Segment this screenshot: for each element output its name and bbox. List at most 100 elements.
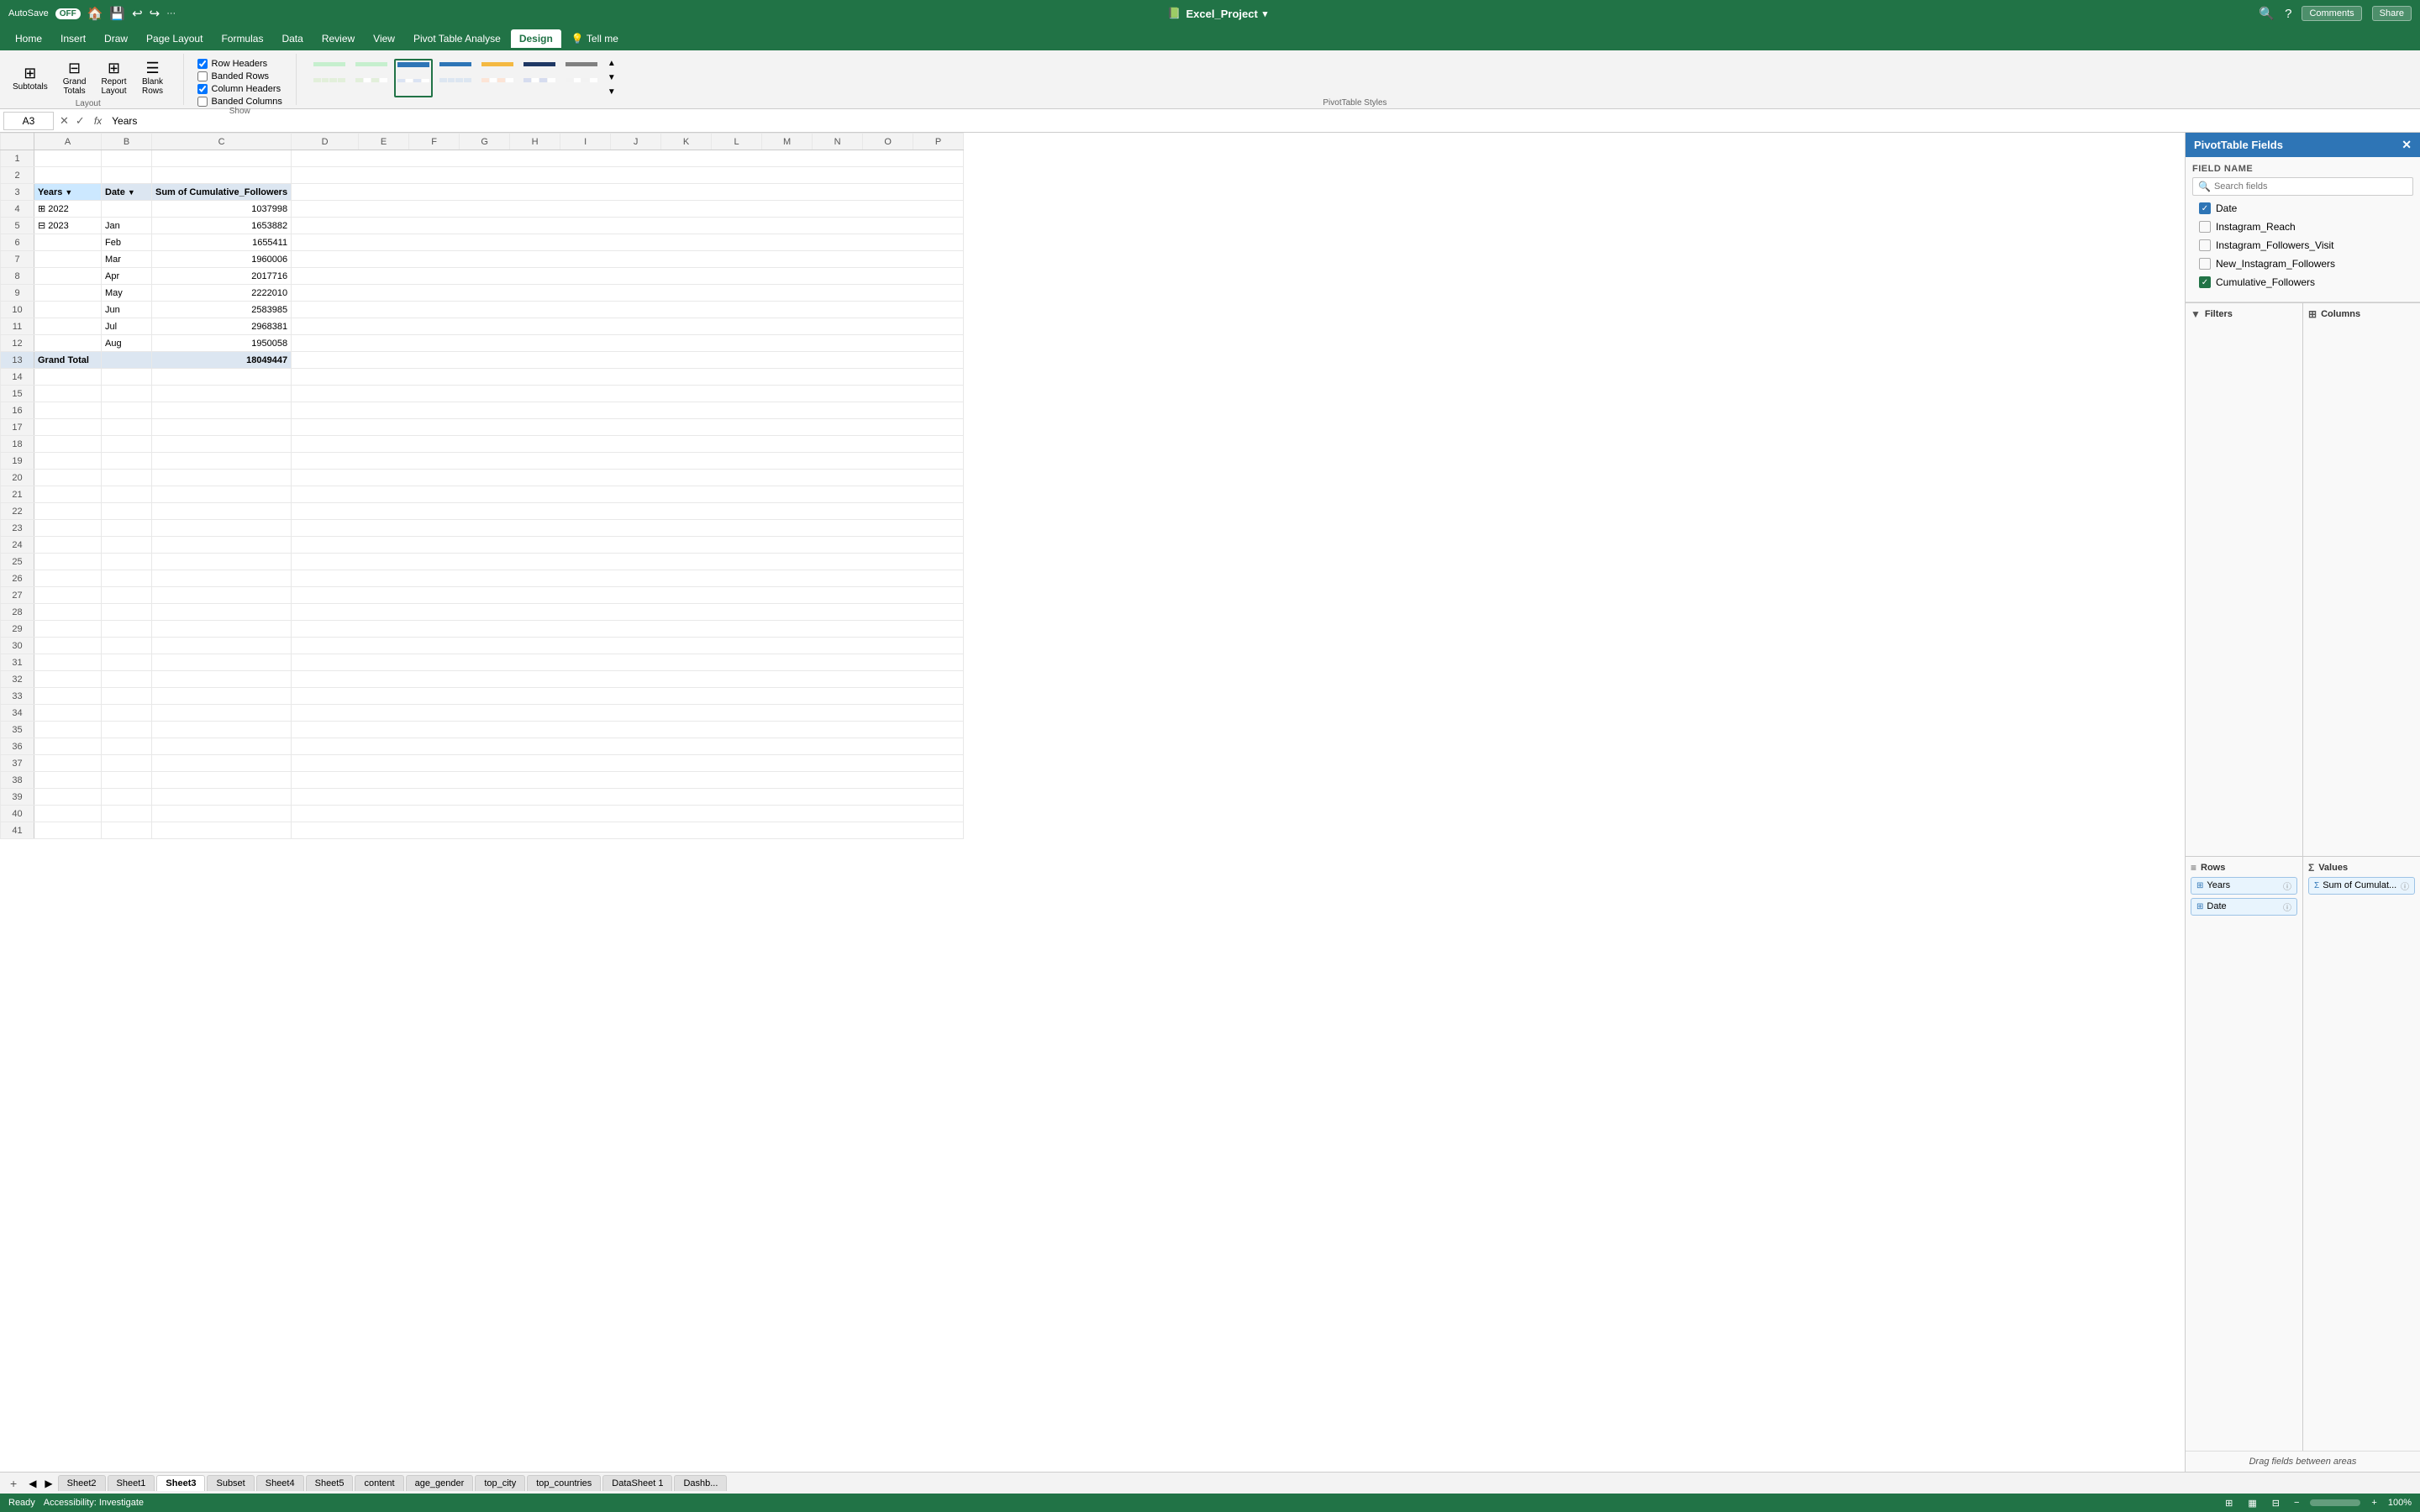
- cell-c13[interactable]: 18049447: [152, 352, 292, 369]
- accessibility-label[interactable]: Accessibility: Investigate: [44, 1498, 144, 1508]
- normal-view-button[interactable]: ⊞: [2222, 1498, 2236, 1509]
- cell-c2[interactable]: [152, 167, 292, 184]
- cell-a2[interactable]: [34, 167, 102, 184]
- field-item-cumulative-followers[interactable]: ✓ Cumulative_Followers: [2192, 273, 2413, 291]
- page-break-view-button[interactable]: ⊟: [2269, 1498, 2283, 1509]
- years-chip-info[interactable]: ⓘ: [2283, 879, 2291, 892]
- style-blue-selected[interactable]: [394, 59, 433, 97]
- sheet-tab-sheet3[interactable]: Sheet3: [156, 1475, 205, 1491]
- tab-insert[interactable]: Insert: [52, 29, 94, 48]
- cell-a6[interactable]: [34, 234, 102, 251]
- cell-b14[interactable]: [102, 369, 152, 386]
- field-item-instagram-followers-visit[interactable]: Instagram_Followers_Visit: [2192, 236, 2413, 255]
- field-checkbox-instagram-reach[interactable]: [2199, 221, 2211, 233]
- confirm-formula-icon[interactable]: ✓: [73, 114, 87, 128]
- cell-b7[interactable]: Mar: [102, 251, 152, 268]
- field-search-input[interactable]: [2214, 181, 2407, 192]
- col-header-e[interactable]: E: [359, 134, 409, 150]
- banded-columns-checkbox[interactable]: Banded Columns: [197, 97, 282, 107]
- col-header-o[interactable]: O: [863, 134, 913, 150]
- style-grey[interactable]: [562, 59, 601, 97]
- sheet-tab-sheet4[interactable]: Sheet4: [256, 1475, 304, 1491]
- cell-rest-6[interactable]: [292, 234, 964, 251]
- tab-page-layout[interactable]: Page Layout: [138, 29, 211, 48]
- cell-rest-13[interactable]: [292, 352, 964, 369]
- search-icon[interactable]: 🔍: [2259, 6, 2275, 21]
- sheet-tab-sheet5[interactable]: Sheet5: [306, 1475, 354, 1491]
- formula-input[interactable]: [108, 113, 2417, 129]
- cell-a7[interactable]: [34, 251, 102, 268]
- cell-b2[interactable]: [102, 167, 152, 184]
- save-icon[interactable]: 💾: [109, 6, 125, 21]
- sheet-tab-subset[interactable]: Subset: [207, 1475, 254, 1491]
- cell-c14[interactable]: [152, 369, 292, 386]
- col-header-j[interactable]: J: [611, 134, 661, 150]
- cell-b12[interactable]: Aug: [102, 335, 152, 352]
- sheet-tab-top-countries[interactable]: top_countries: [527, 1475, 601, 1491]
- col-header-k[interactable]: K: [661, 134, 712, 150]
- cell-a3[interactable]: Years ▼: [34, 184, 102, 201]
- cell-a10[interactable]: [34, 302, 102, 318]
- cell-c11[interactable]: 2968381: [152, 318, 292, 335]
- cell-b8[interactable]: Apr: [102, 268, 152, 285]
- field-item-instagram-reach[interactable]: Instagram_Reach: [2192, 218, 2413, 236]
- cell-c9[interactable]: 2222010: [152, 285, 292, 302]
- more-icon[interactable]: ···: [166, 8, 176, 18]
- gallery-down[interactable]: ▼: [604, 71, 619, 84]
- col-header-d[interactable]: D: [292, 134, 359, 150]
- cell-c8[interactable]: 2017716: [152, 268, 292, 285]
- field-item-new-instagram-followers[interactable]: New_Instagram_Followers: [2192, 255, 2413, 273]
- col-header-p[interactable]: P: [913, 134, 964, 150]
- cell-a9[interactable]: [34, 285, 102, 302]
- cell-rest-14[interactable]: [292, 369, 964, 386]
- cell-rest-8[interactable]: [292, 268, 964, 285]
- col-header-a[interactable]: A: [34, 134, 102, 150]
- field-item-date[interactable]: ✓ Date: [2192, 199, 2413, 218]
- sheet-tab-top-city[interactable]: top_city: [475, 1475, 525, 1491]
- tab-data[interactable]: Data: [273, 29, 311, 48]
- cell-c10[interactable]: 2583985: [152, 302, 292, 318]
- cell-b6[interactable]: Feb: [102, 234, 152, 251]
- style-blue-2[interactable]: [436, 59, 475, 97]
- values-chip-cumulative[interactable]: ΣSum of Cumulat... ⓘ: [2308, 877, 2415, 895]
- gallery-more[interactable]: ▼: [604, 86, 619, 98]
- sheet-tab-datasheet1[interactable]: DataSheet 1: [602, 1475, 672, 1491]
- filename-chevron[interactable]: ▾: [1263, 8, 1268, 19]
- col-header-n[interactable]: N: [813, 134, 863, 150]
- sheet-tab-sheet2[interactable]: Sheet2: [58, 1475, 106, 1491]
- rows-chip-years[interactable]: ⊞Years ⓘ: [2191, 877, 2297, 895]
- tab-home[interactable]: Home: [7, 29, 50, 48]
- col-header-g[interactable]: G: [460, 134, 510, 150]
- row-headers-check[interactable]: [197, 59, 208, 69]
- banded-rows-checkbox[interactable]: Banded Rows: [197, 71, 282, 81]
- cancel-formula-icon[interactable]: ✕: [57, 114, 71, 128]
- help-icon[interactable]: ?: [2285, 7, 2291, 21]
- page-layout-view-button[interactable]: ▦: [2244, 1498, 2260, 1509]
- cell-b9[interactable]: May: [102, 285, 152, 302]
- cell-rest-11[interactable]: [292, 318, 964, 335]
- cell-b4[interactable]: [102, 201, 152, 218]
- share-button[interactable]: Share: [2372, 6, 2412, 21]
- col-header-l[interactable]: L: [712, 134, 762, 150]
- tab-view[interactable]: View: [365, 29, 403, 48]
- col-header-b[interactable]: B: [102, 134, 152, 150]
- col-header-h[interactable]: H: [510, 134, 560, 150]
- pivot-panel-close-button[interactable]: ✕: [2402, 138, 2412, 152]
- row-headers-checkbox[interactable]: Row Headers: [197, 59, 282, 69]
- sheet-nav-left[interactable]: ◀: [25, 1478, 39, 1489]
- cumulative-chip-info[interactable]: ⓘ: [2401, 879, 2409, 892]
- field-checkbox-instagram-followers-visit[interactable]: [2199, 239, 2211, 251]
- cell-rest-12[interactable]: [292, 335, 964, 352]
- sheet-tab-sheet1[interactable]: Sheet1: [108, 1475, 155, 1491]
- cell-rest-7[interactable]: [292, 251, 964, 268]
- date-chip-info[interactable]: ⓘ: [2283, 900, 2291, 913]
- style-orange[interactable]: [478, 59, 517, 97]
- style-green-1[interactable]: [310, 59, 349, 97]
- cell-c12[interactable]: 1950058: [152, 335, 292, 352]
- cell-rest-3[interactable]: [292, 184, 964, 201]
- tab-tell-me[interactable]: 💡 Tell me: [563, 29, 627, 48]
- cell-a13[interactable]: Grand Total: [34, 352, 102, 369]
- undo-icon[interactable]: ↩: [132, 6, 143, 21]
- column-headers-check[interactable]: [197, 84, 208, 94]
- tab-design[interactable]: Design: [511, 29, 561, 48]
